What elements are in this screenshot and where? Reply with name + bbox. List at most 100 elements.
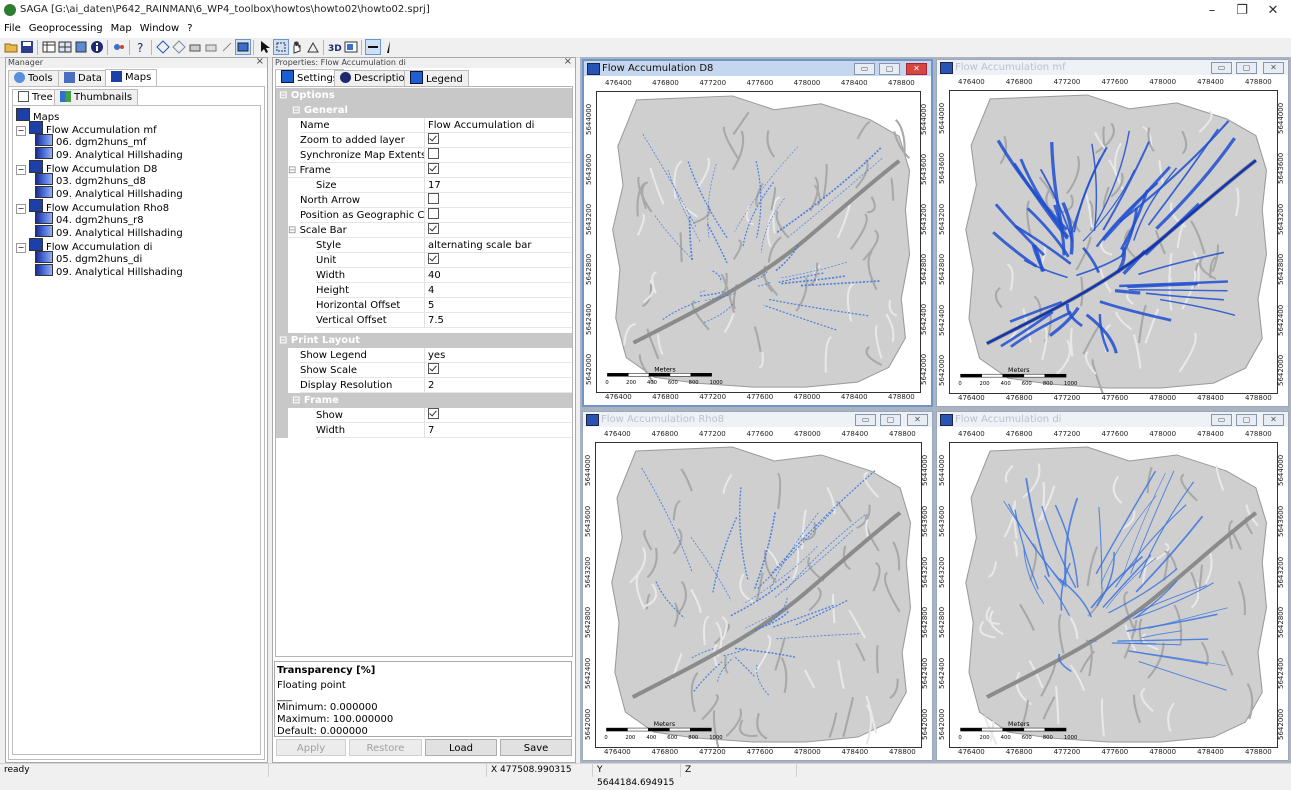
tab-maps[interactable]: Maps: [105, 69, 158, 86]
prop-vertical-offset[interactable]: Vertical Offset 7.5: [276, 313, 572, 328]
prop-display-resolution[interactable]: Display Resolution 2: [276, 378, 572, 393]
north-arrow-icon[interactable]: [382, 40, 396, 54]
collapse-icon[interactable]: −: [16, 165, 26, 175]
tree-layer[interactable]: 03. dgm2huns_d8: [35, 173, 146, 187]
tree-map-d8[interactable]: − Flow Accumulation D8: [16, 160, 157, 175]
frame-show-checkbox[interactable]: [428, 408, 439, 419]
help-icon[interactable]: ?: [134, 40, 148, 54]
3d-view-icon[interactable]: 3D: [328, 40, 342, 54]
load-button[interactable]: Load: [425, 739, 497, 756]
print-layout-icon[interactable]: [188, 40, 202, 54]
prop-horizontal-offset[interactable]: Horizontal Offset 5: [276, 298, 572, 313]
prop-frame-width[interactable]: Width 7: [276, 423, 572, 438]
subtab-thumbnails[interactable]: Thumbnails: [54, 89, 139, 105]
prop-height[interactable]: Height 4: [276, 283, 572, 298]
prop-zoom[interactable]: Zoom to added layer: [276, 133, 572, 148]
prop-scale-bar[interactable]: ⊟ Scale Bar: [276, 223, 572, 238]
geographic-checkbox[interactable]: [428, 208, 439, 219]
prop-size[interactable]: Size 17: [276, 178, 572, 193]
map-window-d8[interactable]: Flow Accumulation D8 ▭ ▢ ✕ 476400 476400 4…: [582, 59, 933, 407]
map-maximize-button[interactable]: ▢: [880, 414, 901, 426]
menu-geoprocessing[interactable]: Geoprocessing: [25, 22, 107, 34]
apply-button[interactable]: Apply: [276, 739, 346, 756]
prop-style[interactable]: Style alternating scale bar: [276, 238, 572, 253]
category-print-layout[interactable]: ⊟ Print Layout: [276, 333, 572, 348]
subtab-tree[interactable]: Tree: [12, 89, 59, 106]
grid-icon[interactable]: [58, 40, 72, 54]
prop-sync[interactable]: Synchronize Map Extents: [276, 148, 572, 163]
map-canvas[interactable]: Meters 0 200 400 600 800 1000: [596, 91, 921, 393]
print-icon[interactable]: [204, 40, 218, 54]
scale-bar-checkbox[interactable]: [428, 223, 439, 234]
tab-data[interactable]: Data: [58, 70, 108, 86]
tree-map-mf[interactable]: − Flow Accumulation mf: [16, 121, 157, 136]
map-minimize-button[interactable]: ▭: [1211, 62, 1232, 74]
save-icon[interactable]: [20, 40, 34, 54]
menu-file[interactable]: File: [0, 22, 25, 34]
collapse-icon[interactable]: −: [16, 243, 26, 253]
tree-layer[interactable]: 09. Analytical Hillshading: [35, 225, 183, 239]
map-maximize-button[interactable]: ▢: [1236, 414, 1257, 426]
category-options[interactable]: ⊟ Options: [276, 88, 572, 103]
map-close-button[interactable]: ✕: [907, 414, 928, 426]
layers-icon[interactable]: [74, 40, 88, 54]
tree-layer[interactable]: 09. Analytical Hillshading: [35, 186, 183, 200]
close-button[interactable]: ✕: [1258, 2, 1288, 20]
menu-help[interactable]: ?: [183, 22, 196, 34]
map-minimize-button[interactable]: ▭: [855, 414, 876, 426]
map-canvas[interactable]: Meters 0 200 400 600 800 1000: [949, 442, 1278, 748]
zoom-checkbox[interactable]: [428, 133, 439, 144]
map-canvas[interactable]: Meters 0 200 400 600 800 1000: [949, 90, 1278, 394]
map-canvas[interactable]: Meters 0 200 400 600 800 1000: [595, 442, 922, 748]
prop-unit[interactable]: Unit: [276, 253, 572, 268]
map-window-mf[interactable]: Flow Accumulation mf ▭ ▢ ✕ 476400 476400 4…: [936, 59, 1289, 407]
tools-icon[interactable]: [112, 40, 126, 54]
prop-north-arrow[interactable]: North Arrow: [276, 193, 572, 208]
measure-icon[interactable]: [306, 40, 320, 54]
menu-map[interactable]: Map: [107, 22, 136, 34]
collapse-icon[interactable]: −: [16, 204, 26, 214]
layout-icon[interactable]: [344, 40, 358, 54]
tree-layer[interactable]: 05. dgm2huns_di: [35, 251, 142, 265]
tree-root-maps[interactable]: Maps: [16, 108, 59, 123]
category-frame[interactable]: ⊟ Frame: [288, 393, 572, 408]
map-maximize-button[interactable]: ▢: [1236, 62, 1257, 74]
map-window-icon[interactable]: [235, 39, 251, 55]
tree-map-rho8[interactable]: − Flow Accumulation Rho8: [16, 199, 169, 214]
table-icon[interactable]: [42, 40, 56, 54]
manager-close-button[interactable]: ×: [256, 57, 264, 67]
menu-window[interactable]: Window: [136, 22, 183, 34]
map-minimize-button[interactable]: ▭: [1211, 414, 1232, 426]
properties-close-button[interactable]: ×: [564, 57, 572, 67]
prop-frame-show[interactable]: Show: [276, 408, 572, 423]
tree-map-di[interactable]: − Flow Accumulation di: [16, 238, 152, 253]
restore-button[interactable]: Restore: [349, 739, 422, 756]
copy-map-icon[interactable]: [220, 40, 234, 54]
prop-geographic[interactable]: Position as Geographic Coorc: [276, 208, 572, 223]
info-icon[interactable]: [90, 40, 104, 54]
show-scale-checkbox[interactable]: [428, 363, 439, 374]
scale-bar-icon[interactable]: [365, 39, 381, 55]
prop-width[interactable]: Width 40: [276, 268, 572, 283]
category-general[interactable]: ⊟ General: [276, 103, 572, 118]
collapse-icon[interactable]: −: [16, 126, 26, 136]
map-close-button[interactable]: ✕: [1263, 414, 1284, 426]
minimize-button[interactable]: –: [1197, 2, 1227, 20]
tree-layer[interactable]: 04. dgm2huns_r8: [35, 212, 144, 226]
prop-name-value[interactable]: Flow Accumulation di: [424, 118, 572, 133]
tab-legend[interactable]: Legend: [404, 70, 469, 86]
map-close-button[interactable]: ✕: [1263, 62, 1284, 74]
tree-layer[interactable]: 09. Analytical Hillshading: [35, 264, 183, 278]
map-maximize-button[interactable]: ▢: [879, 63, 900, 75]
pan-hand-icon[interactable]: [290, 40, 304, 54]
open-icon[interactable]: [4, 40, 18, 54]
tree-layer[interactable]: 09. Analytical Hillshading: [35, 147, 183, 161]
select-arrow-icon[interactable]: [258, 40, 272, 54]
north-arrow-checkbox[interactable]: [428, 193, 439, 204]
zoom-extent-icon[interactable]: [156, 40, 170, 54]
save-button[interactable]: Save: [500, 739, 572, 756]
zoom-back-icon[interactable]: [172, 40, 186, 54]
zoom-box-icon[interactable]: [273, 39, 289, 55]
prop-show-legend[interactable]: Show Legend yes: [276, 348, 572, 363]
map-minimize-button[interactable]: ▭: [854, 63, 875, 75]
